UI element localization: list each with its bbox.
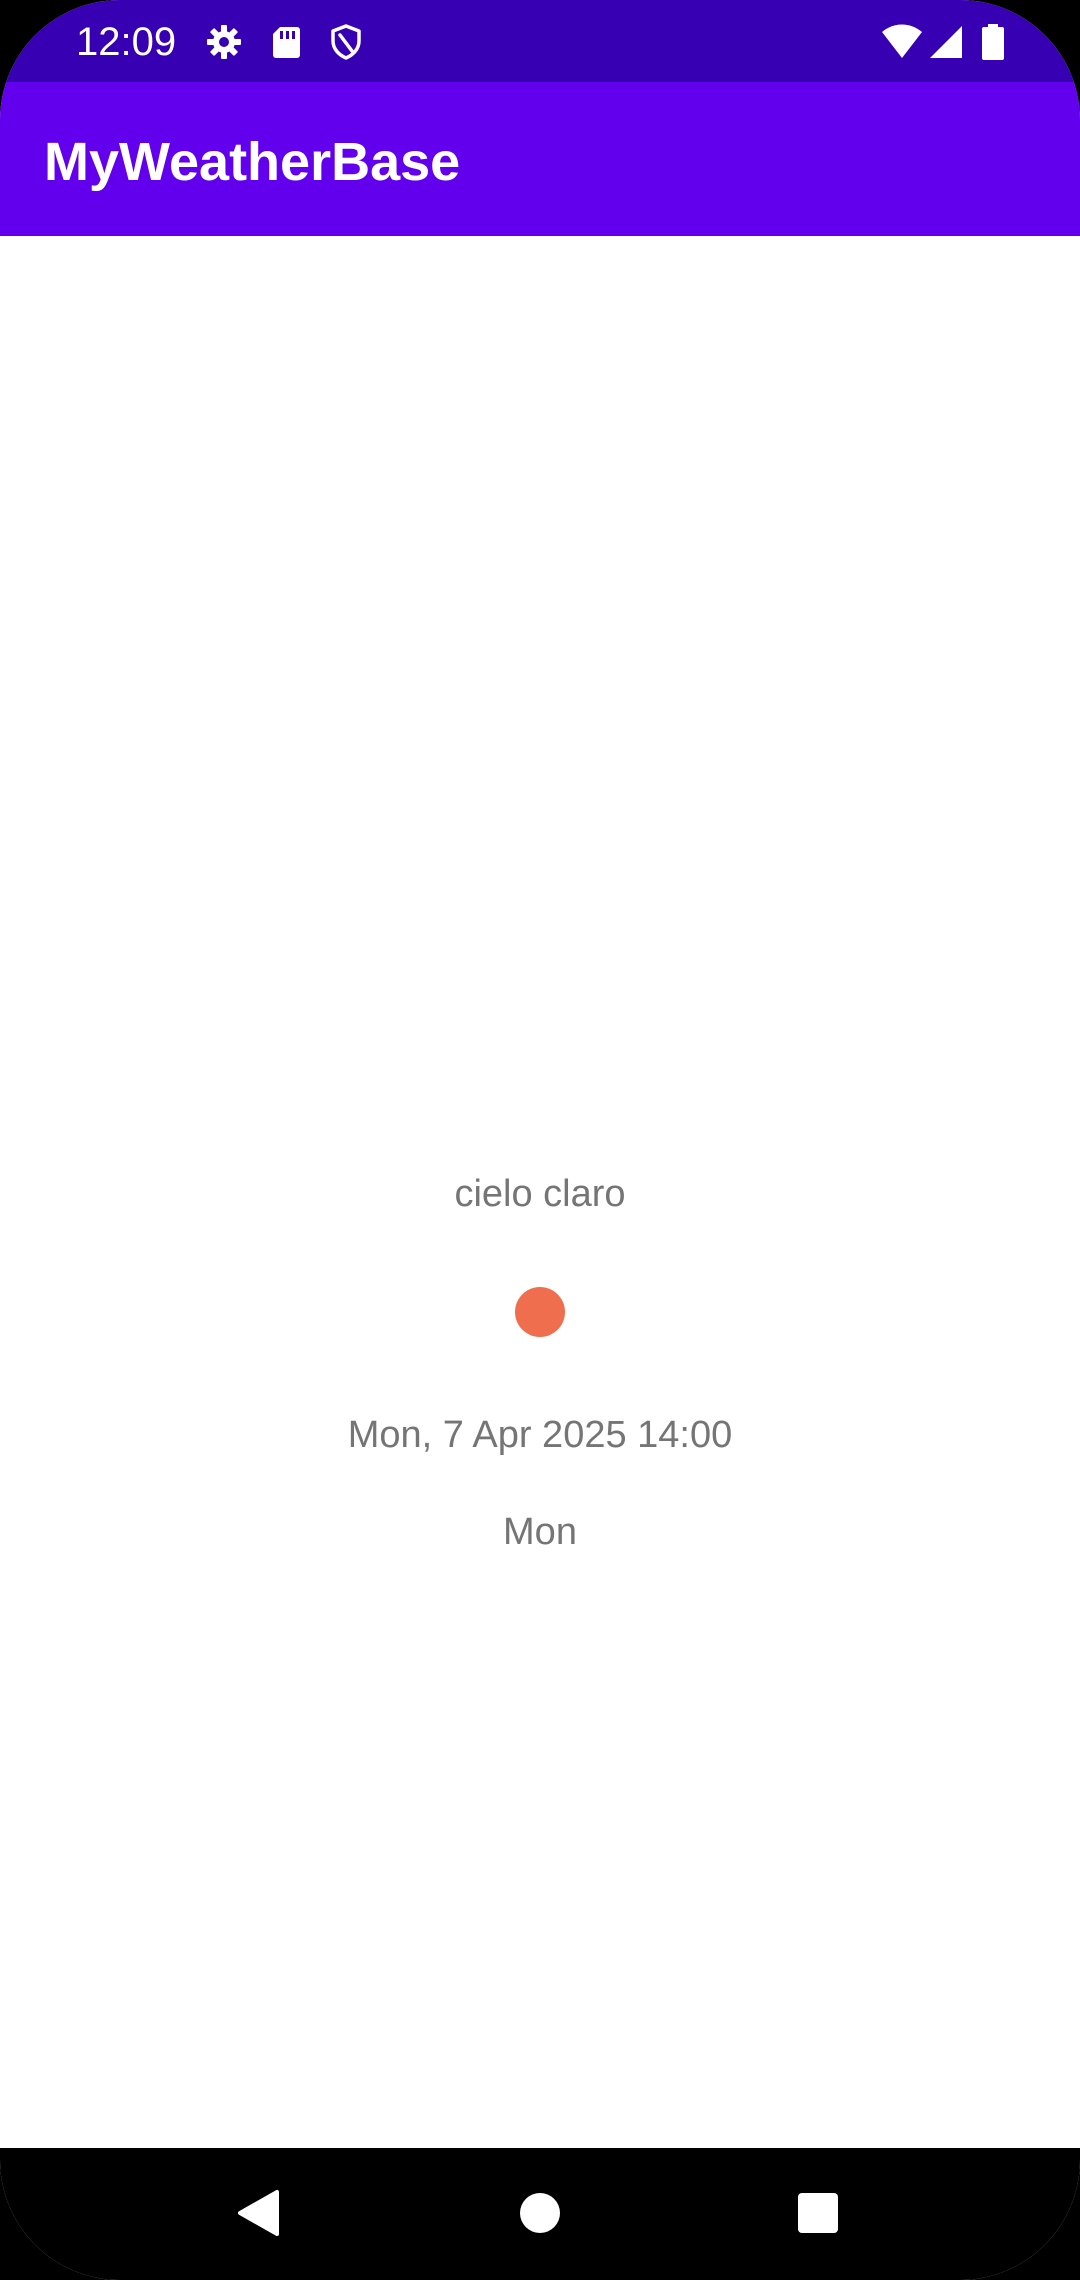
forecast-datetime: Mon, 7 Apr 2025 14:00 [347,1414,733,1456]
app-title: MyWeatherBase [44,132,461,192]
recents-icon[interactable] [773,2168,863,2258]
back-icon[interactable] [214,2168,304,2258]
weather-description: cielo claro [454,1173,626,1215]
settings-icon [204,22,244,62]
battery-icon [978,22,1008,62]
app-bar: MyWeatherBase [0,82,1080,236]
sun-icon [515,1287,565,1337]
cell-signal-icon [928,22,964,62]
shield-icon [326,22,366,62]
forecast-day: Mon [503,1511,577,1553]
sd-card-icon [266,22,306,62]
phone-screen: 12:09 MyWeatherBase cielo claro Mon, 7 A… [0,0,1080,2280]
status-time: 12:09 [76,20,177,64]
home-icon[interactable] [495,2168,585,2258]
wifi-icon [880,22,924,62]
status-bar: 12:09 [0,0,1080,82]
navigation-bar [0,2148,1080,2280]
